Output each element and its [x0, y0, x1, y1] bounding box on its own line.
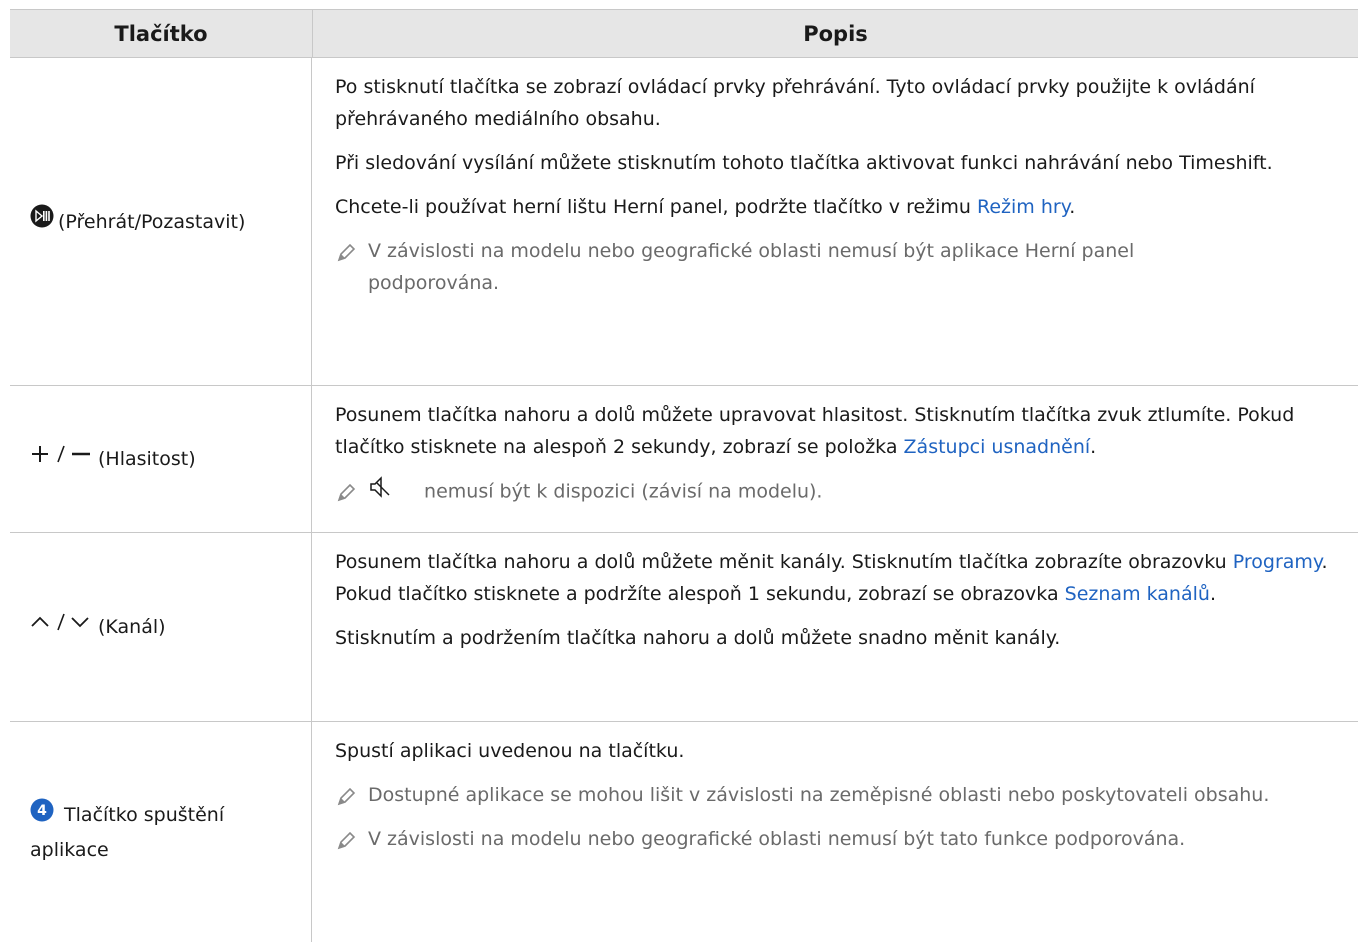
button-description-table: Tlačítko Popis (Přehrát/Pozastavit) Po s… [10, 9, 1358, 942]
pencil-icon [337, 787, 356, 806]
link-game-mode[interactable]: Režim hry [977, 196, 1069, 218]
description-text: Posunem tlačítka nahoru a dolů můžete mě… [335, 551, 1328, 605]
button-cell: 4 Tlačítko spuštění aplikace [10, 722, 312, 942]
note-text: Dostupné aplikace se mohou lišit v závis… [368, 784, 1270, 806]
button-label: (Kanál) [98, 616, 166, 638]
description-cell: Posunem tlačítka nahoru a dolů můžete up… [312, 386, 1358, 532]
description-text: Chcete-li používat herní lištu Herní pan… [335, 196, 1076, 218]
button-cell: (Hlasitost) [10, 386, 312, 532]
table-row-app-launch: 4 Tlačítko spuštění aplikace Spustí apli… [10, 722, 1358, 942]
description-text: Stisknutím a podržením tlačítka nahoru a… [335, 627, 1061, 649]
link-accessibility-shortcuts[interactable]: Zástupci usnadnění [904, 436, 1091, 458]
note: nemusí být k dispozici (závisí na modelu… [335, 475, 1358, 509]
description-text: Po stisknutí tlačítka se zobrazí ovládac… [335, 76, 1255, 130]
description-cell: Po stisknutí tlačítka se zobrazí ovládac… [312, 58, 1358, 385]
number-4-badge: 4 [30, 798, 54, 833]
table-header: Tlačítko Popis [10, 9, 1358, 58]
description-text: Při sledování vysílání můžete stisknutím… [335, 152, 1273, 174]
description-cell: Spustí aplikaci uvedenou na tlačítku. Do… [312, 722, 1358, 942]
table-row-channel: (Kanál) Posunem tlačítka nahoru a dolů m… [10, 533, 1358, 722]
description-cell: Posunem tlačítka nahoru a dolů můžete mě… [312, 533, 1358, 721]
pencil-icon [337, 831, 356, 850]
note: Dostupné aplikace se mohou lišit v závis… [335, 779, 1308, 811]
button-label: aplikace [30, 838, 109, 861]
note-text: V závislosti na modelu nebo geografické … [368, 828, 1186, 850]
button-label: (Přehrát/Pozastavit) [58, 210, 246, 233]
link-programs[interactable]: Programy [1233, 551, 1322, 573]
note-text: V závislosti na modelu nebo geografické … [368, 240, 1135, 294]
note-text: nemusí být k dispozici (závisí na modelu… [424, 480, 823, 503]
note: V závislosti na modelu nebo geografické … [335, 235, 1248, 299]
channel-up-down-icon [30, 610, 94, 644]
pencil-icon [337, 243, 356, 262]
description-text: Spustí aplikaci uvedenou na tlačítku. [335, 740, 685, 762]
mute-icon [368, 475, 392, 509]
pencil-icon [337, 483, 356, 502]
header-button-column: Tlačítko [10, 10, 313, 57]
link-channel-list[interactable]: Seznam kanálů [1065, 583, 1210, 605]
header-description-column: Popis [803, 21, 868, 46]
button-label: (Hlasitost) [98, 448, 196, 470]
description-text: Posunem tlačítka nahoru a dolů můžete up… [335, 404, 1295, 458]
button-cell: (Kanál) [10, 533, 312, 721]
note: V závislosti na modelu nebo geografické … [335, 823, 1358, 855]
play-pause-icon [30, 204, 54, 239]
button-label: Tlačítko spuštění [64, 803, 225, 826]
svg-text:4: 4 [37, 803, 47, 819]
button-cell: (Přehrát/Pozastavit) [10, 58, 312, 385]
volume-plus-minus-icon [30, 442, 94, 476]
table-row-volume: (Hlasitost) Posunem tlačítka nahoru a do… [10, 386, 1358, 533]
table-row-play-pause: (Přehrát/Pozastavit) Po stisknutí tlačít… [10, 58, 1358, 386]
